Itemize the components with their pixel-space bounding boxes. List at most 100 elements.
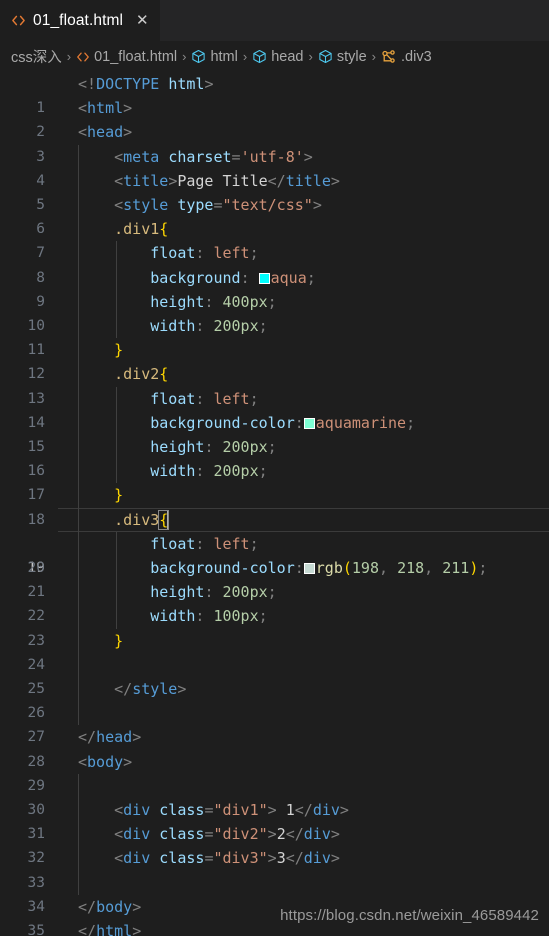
breadcrumb-label: 01_float.html — [94, 48, 178, 65]
css-ruleset-icon — [381, 49, 397, 65]
code-line: 17 width: 200px; — [0, 459, 549, 503]
breadcrumb: css深入 › 01_float.html › html › head › st… — [0, 41, 549, 72]
symbol-field-icon — [318, 49, 333, 64]
breadcrumb-label: html — [210, 48, 238, 65]
breadcrumb-separator: › — [308, 49, 313, 64]
code-line: 33 <div class="div3">3</div> — [0, 846, 549, 891]
code-text: } — [114, 631, 124, 650]
code-line: 1 <!DOCTYPE html> — [0, 72, 549, 116]
code-line: 31 <div class="div1"> 1</div> — [0, 798, 549, 842]
breadcrumb-label: .div3 — [401, 48, 432, 65]
code-text: } — [114, 486, 124, 505]
code-text: background-color: rgb(198, 218, 211); — [150, 559, 488, 577]
code-text: width: 100px; — [150, 607, 268, 626]
code-line: 25 — [0, 652, 549, 697]
breadcrumb-item-html[interactable]: html — [191, 48, 238, 65]
code-line: 23 width: 100px; — [0, 604, 549, 649]
code-text: height: 200px; — [150, 583, 277, 602]
code-line: 13 .div2{ — [0, 362, 549, 407]
code-text: } — [114, 341, 124, 360]
code-text: .div3{ — [114, 509, 170, 530]
code-line: 12 } — [0, 338, 549, 382]
code-text: <body> — [78, 752, 133, 771]
indent-guide — [78, 652, 79, 677]
code-line: 3 <head> — [0, 120, 549, 164]
breadcrumb-item-head[interactable]: head — [252, 49, 303, 65]
code-text: float: left; — [150, 244, 259, 263]
code-text: .div1{ — [114, 220, 169, 239]
code-line: 4 <meta charset='utf-8'> — [0, 144, 549, 189]
color-swatch-rgb[interactable] — [303, 563, 315, 574]
code-line: 7 .div1{ — [0, 217, 549, 261]
editor-tab-label: 01_float.html — [33, 11, 124, 29]
code-editor[interactable]: 1 <!DOCTYPE html> 2 <html> 3 <head> 4 <m… — [0, 72, 549, 936]
code-text: </body> — [78, 897, 142, 916]
code-line: 14 float: left; — [0, 386, 549, 431]
breadcrumb-separator: › — [182, 49, 187, 64]
code-text: float: left; — [150, 389, 259, 408]
code-line: 29 <body> — [0, 750, 549, 794]
code-text: <div class="div3">3</div> — [114, 849, 340, 868]
code-line: 28 </head> — [0, 725, 549, 769]
code-text: </head> — [78, 728, 142, 747]
code-line: 32 <div class="div2">2</div> — [0, 822, 549, 866]
breadcrumb-label: style — [336, 48, 367, 65]
code-text: <style type="text/css"> — [114, 196, 322, 214]
editor-tab-bar: 01_float.html ✕ — [0, 0, 549, 41]
code-text: <!DOCTYPE html> — [78, 75, 214, 93]
breadcrumb-label: head — [271, 48, 304, 65]
breadcrumb-item-style[interactable]: style — [318, 49, 367, 65]
code-line: 9 background: aqua; — [0, 265, 549, 310]
code-text: .div2{ — [114, 365, 169, 384]
code-text: <meta charset='utf-8'> — [114, 147, 313, 166]
breadcrumb-separator: › — [371, 49, 376, 64]
code-text: width: 200px; — [150, 462, 268, 481]
code-line: 6 <style type="text/css"> — [0, 193, 549, 237]
indent-guide — [78, 701, 79, 726]
breadcrumb-separator: › — [242, 49, 248, 64]
color-swatch-aquamarine[interactable] — [303, 417, 315, 429]
code-text: width: 200px; — [150, 317, 268, 335]
code-line: 21 background-color: rgb(198, 218, 211); — [0, 556, 549, 600]
html-file-icon — [76, 50, 90, 64]
vscode-editor-window: 01_float.html ✕ css深入 › 01_float.html › — [0, 0, 549, 936]
code-text: <div class="div1"> 1</div> — [114, 801, 349, 819]
code-text: height: 200px; — [150, 438, 277, 456]
code-line: 11 width: 200px; — [0, 314, 549, 358]
code-line: 16 height: 200px; — [0, 435, 549, 479]
code-line: 34 — [0, 870, 549, 915]
code-text: <div class="div2">2</div> — [114, 825, 340, 844]
text-cursor — [167, 510, 170, 529]
code-line: 2 <html> — [0, 96, 549, 140]
code-line: 18 } — [0, 483, 549, 528]
code-text: </style> — [114, 680, 187, 698]
code-line: 26 </style> — [0, 677, 549, 721]
breadcrumb-separator: › — [66, 49, 72, 64]
code-line: 5 <title>Page Title</title> — [0, 168, 549, 213]
code-line: 15 background-color: aquamarine; — [0, 410, 549, 455]
breadcrumb-item-folder[interactable]: css深入 — [11, 46, 62, 67]
breadcrumb-item-div3[interactable]: .div3 — [381, 49, 432, 65]
code-line: 20 float: left; — [0, 531, 549, 576]
color-swatch-aqua[interactable] — [258, 272, 270, 284]
code-text: <html> — [78, 99, 133, 118]
code-line: 10 height: 400px; — [0, 289, 549, 334]
code-line: 24 } — [0, 628, 549, 673]
html-file-icon — [11, 13, 26, 28]
code-text: </html> — [78, 922, 142, 936]
code-text: <head> — [78, 123, 133, 142]
symbol-field-icon — [191, 49, 206, 64]
watermark: https://blog.csdn.net/weixin_46589442 — [280, 907, 539, 924]
symbol-field-icon — [252, 49, 267, 64]
code-text: <title>Page Title</title> — [114, 171, 340, 190]
code-line: 22 height: 200px; — [0, 580, 549, 624]
code-line: 8 float: left; — [0, 241, 549, 286]
code-text: background-color: aquamarine; — [150, 413, 416, 432]
indent-guide — [78, 870, 79, 895]
code-text: height: 400px; — [150, 292, 277, 311]
indent-guide — [78, 773, 79, 798]
editor-tab-01-float-html[interactable]: 01_float.html ✕ — [0, 0, 160, 41]
close-icon[interactable]: ✕ — [136, 13, 149, 28]
code-text: float: left; — [150, 534, 259, 553]
breadcrumb-item-file[interactable]: 01_float.html — [76, 49, 177, 65]
